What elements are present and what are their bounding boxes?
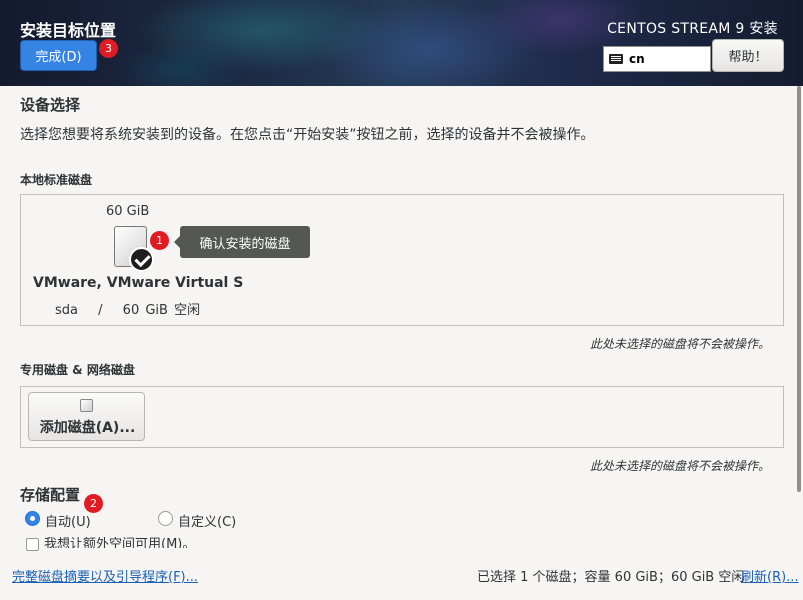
refresh-link[interactable]: 刷新(R)... — [741, 566, 799, 585]
header-banner: 安装目标位置 完成(D) 3 CENTOS STREAM 9 安装 cn 帮助！ — [0, 0, 803, 86]
add-disk-label: 添加磁盘(A)... — [39, 420, 136, 436]
content-scrollbar[interactable] — [797, 86, 801, 492]
add-disk-button[interactable]: 添加磁盘(A)... — [28, 392, 145, 441]
extra-space-label[interactable]: 我想让额外空间可用(M)。 — [44, 537, 195, 548]
device-selection-heading: 设备选择 — [20, 96, 81, 114]
custom-radio[interactable] — [158, 511, 173, 526]
local-disks-panel: 60 GiB VMware, VMware Virtual S sda / 60… — [20, 194, 784, 326]
full-disk-summary-link[interactable]: 完整磁盘摘要以及引导程序(F)... — [12, 566, 198, 585]
local-disks-note: 此处未选择的磁盘将不会被操作。 — [590, 337, 771, 351]
local-disks-heading: 本地标准磁盘 — [20, 173, 93, 187]
disk-free: 60 GiB 空闲 — [122, 303, 201, 318]
automatic-radio-label[interactable]: 自动(U) — [45, 511, 91, 530]
disk-details: sda / 60 GiB 空闲 — [55, 299, 214, 318]
disk-name: VMware, VMware Virtual S — [33, 275, 244, 291]
page-title: 安装目标位置 — [20, 21, 117, 40]
selection-summary: 已选择 1 个磁盘；容量 60 GiB；60 GiB 空闲 — [477, 570, 745, 585]
device-selection-description: 选择您想要将系统安装到的设备。在您点击“开始安装”按钮之前，选择的设备并不会被操… — [20, 127, 595, 143]
product-title: CENTOS STREAM 9 安装 — [607, 21, 778, 37]
keyboard-layout-indicator[interactable]: cn — [603, 46, 711, 72]
disk-separator: / — [98, 303, 103, 318]
done-button[interactable]: 完成(D) — [20, 40, 97, 71]
disk-icon — [80, 399, 93, 412]
extra-space-checkbox[interactable] — [26, 538, 39, 551]
disk-size: 60 GiB — [106, 204, 150, 219]
help-button[interactable]: 帮助！ — [712, 39, 784, 72]
disk-device: sda — [55, 303, 78, 318]
keyboard-layout-label: cn — [629, 52, 645, 66]
special-disks-heading: 专用磁盘 & 网络磁盘 — [20, 363, 135, 377]
special-disks-note: 此处未选择的磁盘将不会被操作。 — [590, 459, 771, 473]
step-badge-1: 1 — [150, 231, 169, 250]
step-badge-3: 3 — [99, 39, 118, 58]
custom-radio-label[interactable]: 自定义(C) — [178, 511, 236, 530]
special-disks-panel: 添加磁盘(A)... — [20, 386, 784, 448]
disk-tooltip: 确认安装的磁盘 — [174, 226, 310, 258]
selected-check-icon — [129, 247, 154, 272]
storage-config-heading: 存储配置 — [20, 486, 81, 504]
automatic-radio[interactable] — [25, 511, 40, 526]
keyboard-icon — [609, 54, 623, 64]
